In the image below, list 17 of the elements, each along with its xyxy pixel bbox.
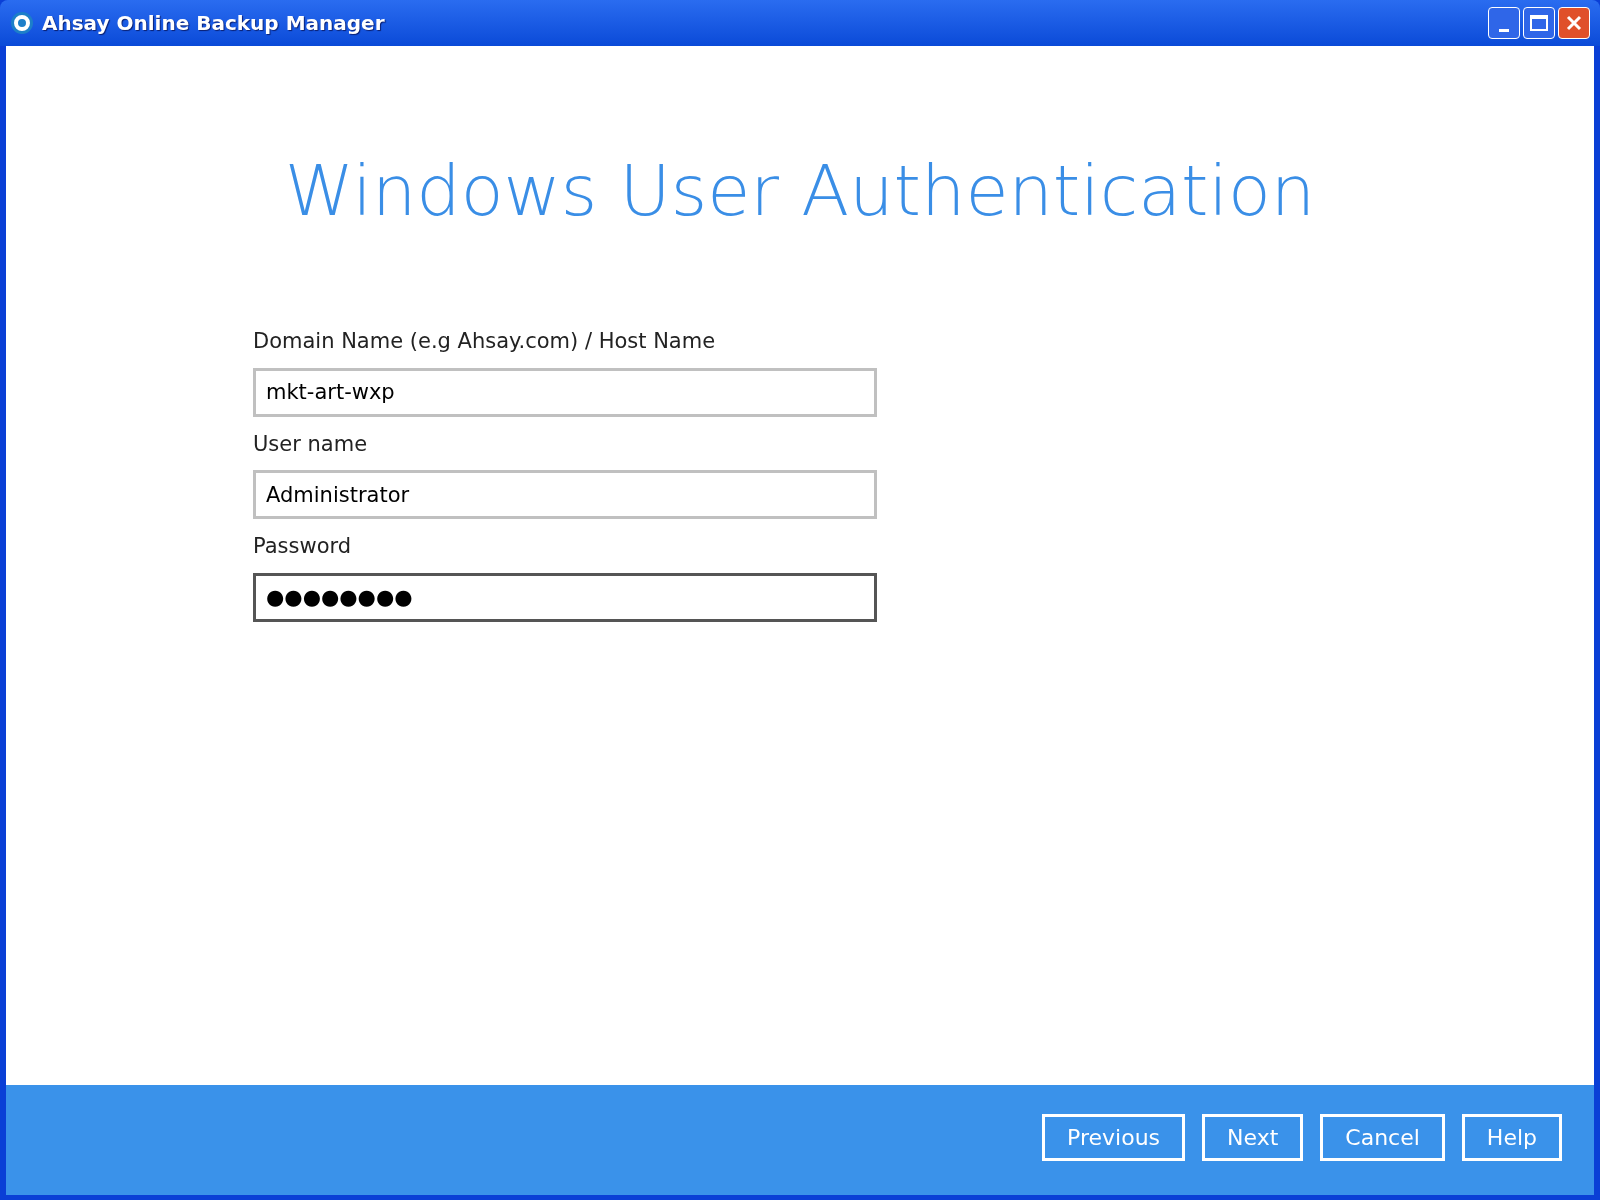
maximize-button[interactable] bbox=[1523, 7, 1555, 39]
field-label: User name bbox=[253, 430, 369, 458]
close-icon bbox=[1565, 14, 1583, 32]
app-logo-icon bbox=[10, 11, 34, 35]
window-title: Ahsay Online Backup Manager bbox=[42, 10, 385, 37]
footer-button[interactable]: Previous bbox=[1042, 1114, 1186, 1161]
footer-button[interactable]: Next bbox=[1202, 1114, 1304, 1161]
input-field[interactable]: mkt-art-wxp bbox=[253, 367, 877, 417]
footer-button[interactable]: Help bbox=[1461, 1114, 1562, 1161]
input-field[interactable]: Administrator bbox=[253, 470, 877, 519]
close-button[interactable] bbox=[1558, 7, 1590, 39]
footer-button[interactable]: Cancel bbox=[1320, 1114, 1445, 1161]
field-label: Password bbox=[253, 533, 353, 560]
page-heading: Windows User Authentication bbox=[284, 156, 1316, 226]
field-label: Domain Name (e.g Ahsay.com) / Host Name bbox=[253, 328, 717, 355]
minimize-button[interactable] bbox=[1488, 7, 1520, 39]
input-field[interactable]: ●●●●●●●● bbox=[253, 572, 877, 622]
